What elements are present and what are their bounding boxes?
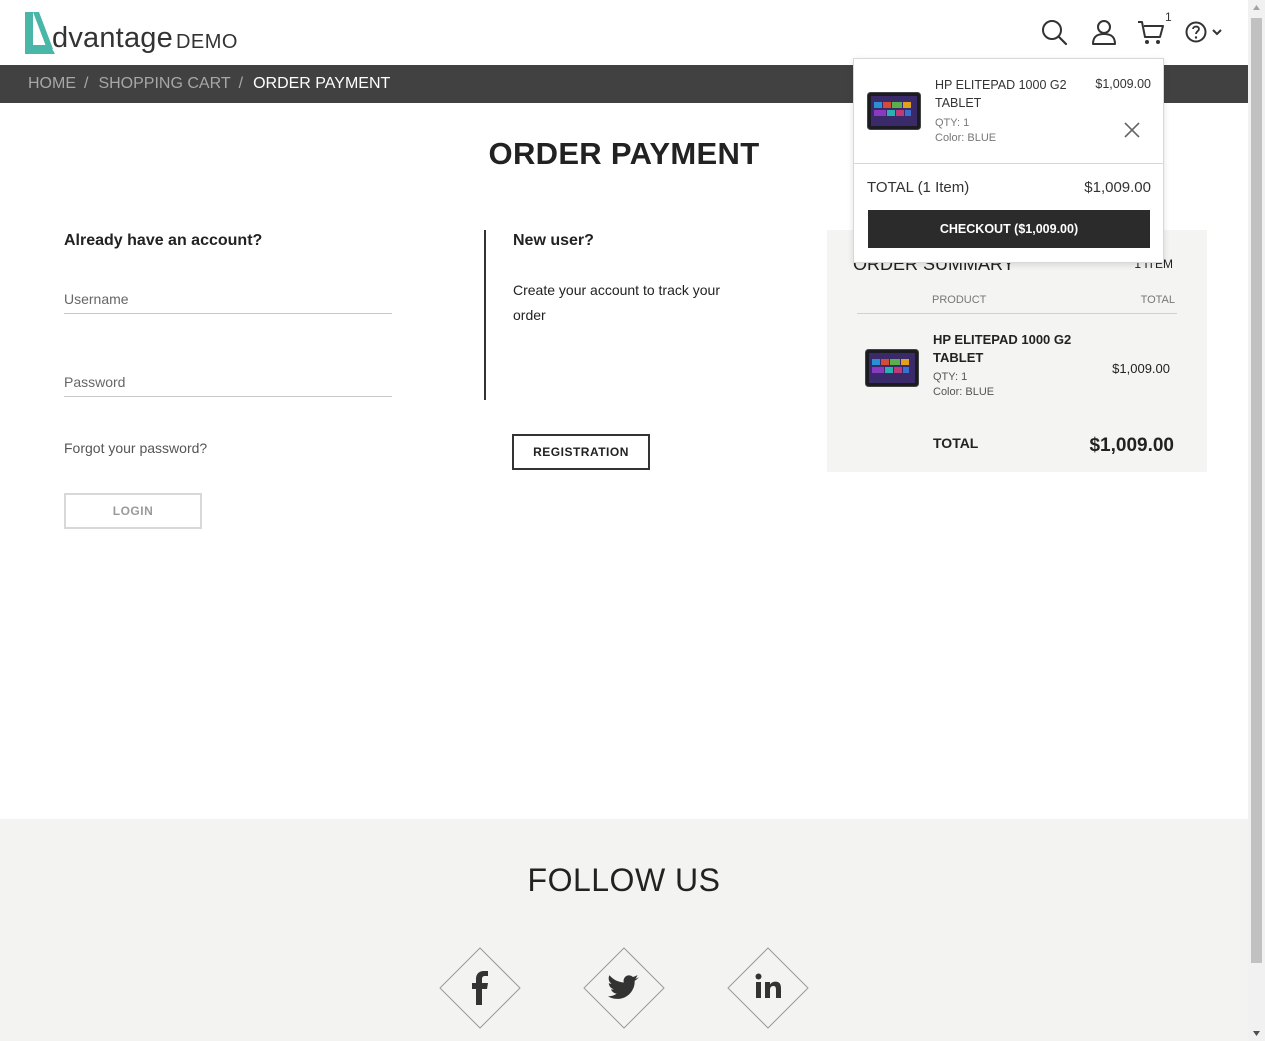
site-header: dvantage DEMO 1 bbox=[0, 0, 1248, 65]
cart-item-price: $1,009.00 bbox=[1095, 77, 1151, 91]
new-user-heading: New user? bbox=[513, 232, 594, 249]
logo-word: dvantage bbox=[52, 22, 173, 54]
column-divider bbox=[484, 230, 486, 400]
product-thumbnail-icon bbox=[865, 349, 919, 387]
footer: FOLLOW US bbox=[0, 819, 1248, 1041]
breadcrumb-separator: / bbox=[238, 75, 244, 92]
scrollbar-thumb[interactable] bbox=[1251, 18, 1262, 963]
help-icon[interactable] bbox=[1185, 18, 1225, 46]
twitter-icon[interactable] bbox=[583, 947, 665, 1029]
summary-total-label: TOTAL bbox=[933, 435, 979, 451]
column-total: TOTAL bbox=[1140, 294, 1175, 306]
cart-count-badge: 1 bbox=[1165, 10, 1172, 24]
breadcrumb-shopping-cart[interactable]: SHOPPING CART bbox=[98, 75, 230, 93]
forgot-password-link[interactable]: Forgot your password? bbox=[64, 440, 207, 456]
product-thumbnail-icon[interactable] bbox=[867, 92, 921, 130]
summary-product-qty: QTY: 1 bbox=[933, 371, 968, 383]
breadcrumb-separator: / bbox=[84, 75, 89, 92]
linkedin-icon[interactable] bbox=[727, 947, 809, 1029]
order-summary-header: PRODUCT TOTAL bbox=[857, 294, 1177, 314]
logo-demo: DEMO bbox=[175, 31, 238, 53]
username-field[interactable] bbox=[64, 284, 392, 314]
cart-divider bbox=[854, 163, 1163, 164]
column-product: PRODUCT bbox=[932, 294, 987, 306]
breadcrumb-current: ORDER PAYMENT bbox=[253, 75, 391, 92]
scroll-down-arrow-icon[interactable] bbox=[1248, 1024, 1265, 1041]
page-scrollbar[interactable] bbox=[1248, 0, 1265, 1041]
cart-item-qty: QTY: 1 bbox=[935, 117, 970, 129]
password-field[interactable] bbox=[64, 367, 392, 397]
search-icon[interactable] bbox=[1040, 18, 1068, 46]
cart-item-color: Color: BLUE bbox=[935, 132, 997, 144]
login-button[interactable]: LOGIN bbox=[64, 493, 202, 529]
cart-item-name[interactable]: HP ELITEPAD 1000 G2 TABLET bbox=[935, 76, 1075, 112]
breadcrumb: HOME / SHOPPING CART / ORDER PAYMENT bbox=[28, 65, 390, 103]
scroll-up-arrow-icon[interactable] bbox=[1248, 0, 1265, 17]
breadcrumb-home[interactable]: HOME bbox=[28, 75, 76, 93]
registration-button[interactable]: REGISTRATION bbox=[512, 434, 650, 470]
close-icon[interactable] bbox=[1123, 121, 1141, 139]
summary-total-value: $1,009.00 bbox=[1089, 435, 1174, 456]
cart-total-value: $1,009.00 bbox=[1084, 179, 1151, 196]
order-summary: ORDER SUMMARY 1 ITEM PRODUCT TOTAL HP EL… bbox=[827, 230, 1207, 472]
logo-a-icon bbox=[25, 12, 55, 54]
user-icon[interactable] bbox=[1090, 18, 1118, 46]
summary-product-color: Color: BLUE bbox=[933, 386, 995, 398]
follow-us-heading: FOLLOW US bbox=[527, 862, 721, 898]
summary-product-price: $1,009.00 bbox=[1112, 361, 1170, 376]
summary-product-name: HP ELITEPAD 1000 G2 TABLET bbox=[933, 332, 1072, 365]
logo[interactable]: dvantage DEMO bbox=[22, 9, 238, 55]
cart-dropdown: HP ELITEPAD 1000 G2 TABLET $1,009.00 QTY… bbox=[853, 58, 1164, 263]
new-user-text: Create your account to track your order bbox=[513, 282, 720, 323]
login-heading: Already have an account? bbox=[64, 232, 263, 249]
facebook-icon[interactable] bbox=[439, 947, 521, 1029]
cart-icon[interactable] bbox=[1137, 18, 1165, 46]
checkout-button[interactable]: CHECKOUT ($1,009.00) bbox=[868, 210, 1150, 248]
cart-total-label: TOTAL (1 Item) bbox=[867, 179, 970, 196]
